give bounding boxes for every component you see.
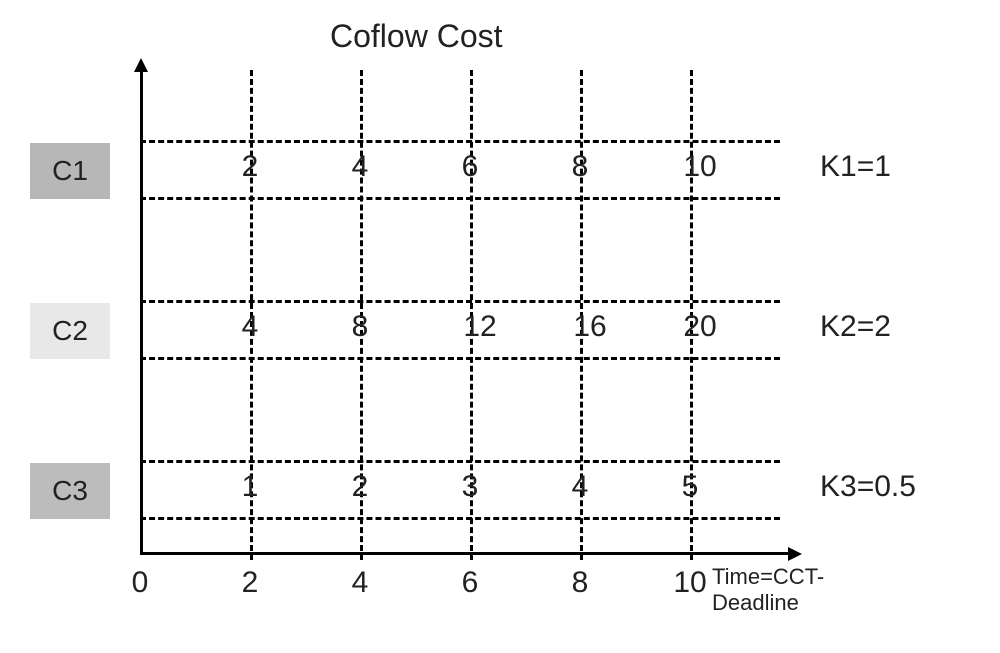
cell: 1 (242, 470, 259, 504)
cell: 6 (462, 150, 479, 184)
cell: 3 (462, 470, 479, 504)
page-title: Coflow Cost (330, 18, 503, 55)
cell: 5 (682, 470, 699, 504)
x-tick: 10 (673, 566, 706, 600)
x-tick: 2 (242, 566, 259, 600)
x-tick: 4 (352, 566, 369, 600)
row-label-c2: C2 (30, 303, 110, 359)
x-axis-label: Time=CCT-Deadline (712, 564, 824, 616)
x-tick: 8 (572, 566, 589, 600)
row-label-c1: C1 (30, 143, 110, 199)
x-tick: 0 (132, 566, 149, 600)
cell: 4 (572, 470, 589, 504)
cell: 8 (352, 310, 369, 344)
x-axis-arrow (788, 547, 802, 561)
cell: 2 (242, 150, 259, 184)
k-label-c2: K2=2 (820, 310, 891, 344)
plot-area: 2 4 6 8 10 4 8 12 16 20 1 2 3 4 5 0 2 4 … (140, 70, 760, 590)
row-label-c3: C3 (30, 463, 110, 519)
cell: 2 (352, 470, 369, 504)
cell: 4 (352, 150, 369, 184)
cell: 16 (573, 310, 606, 344)
y-axis-arrow (134, 58, 148, 72)
cell: 10 (683, 150, 716, 184)
k-label-c3: K3=0.5 (820, 470, 916, 504)
k-label-c1: K1=1 (820, 150, 891, 184)
cell: 20 (683, 310, 716, 344)
x-tick: 6 (462, 566, 479, 600)
cell: 8 (572, 150, 589, 184)
cell: 12 (463, 310, 496, 344)
cell: 4 (242, 310, 259, 344)
